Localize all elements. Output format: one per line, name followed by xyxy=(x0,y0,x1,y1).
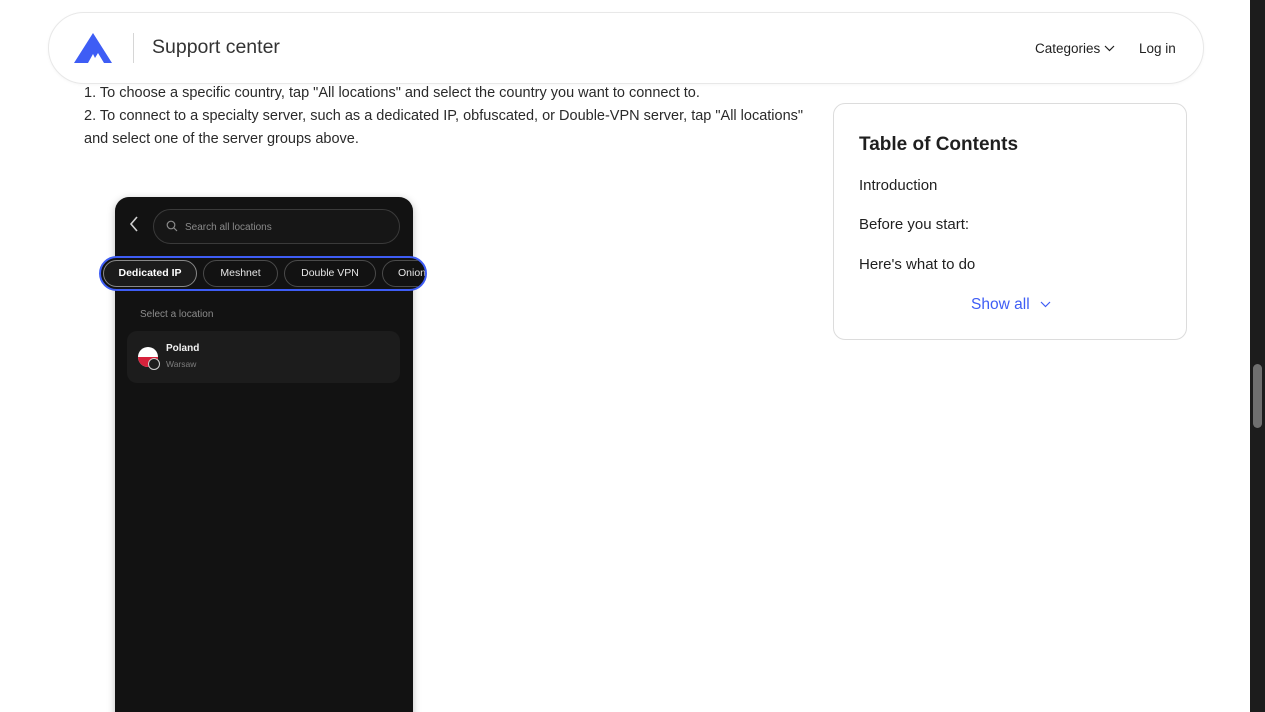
nordvpn-logo-icon[interactable] xyxy=(71,29,115,67)
server-group-chips: Dedicated IP Meshnet Double VPN Onion xyxy=(99,256,427,291)
table-of-contents: Table of Contents Introduction Before yo… xyxy=(833,103,1187,340)
site-title[interactable]: Support center xyxy=(152,36,280,59)
chip-onion: Onion xyxy=(382,260,425,287)
scrollbar-thumb[interactable] xyxy=(1253,364,1262,428)
toc-title: Table of Contents xyxy=(859,134,1019,155)
login-link[interactable]: Log in xyxy=(1139,41,1176,56)
article-paragraph-2: 2. To connect to a specialty server, suc… xyxy=(84,108,804,147)
page: 1. To choose a specific country, tap "Al… xyxy=(0,0,1250,712)
location-city: Warsaw xyxy=(166,359,197,369)
article-body: 1. To choose a specific country, tap "Al… xyxy=(84,82,814,151)
location-country: Poland xyxy=(166,343,200,354)
article-paragraph-1: 1. To choose a specific country, tap "Al… xyxy=(84,85,700,101)
section-label: Select a location xyxy=(140,309,214,320)
chip-double-vpn: Double VPN xyxy=(284,260,376,287)
chip-dedicated-ip: Dedicated IP xyxy=(103,260,197,287)
app-screenshot: Dedicated IP Meshnet Double VPN Onion Se… xyxy=(99,197,427,712)
location-search-input xyxy=(185,218,385,236)
toc-item-heres-what-to-do[interactable]: Here's what to do xyxy=(859,256,975,273)
dedicated-ip-badge-icon xyxy=(148,358,160,370)
chevron-down-icon xyxy=(1040,301,1051,308)
toc-item-introduction[interactable]: Introduction xyxy=(859,177,937,194)
location-search-field xyxy=(153,209,400,244)
location-card: Poland Warsaw xyxy=(127,331,400,383)
toc-item-before-you-start[interactable]: Before you start: xyxy=(859,216,969,233)
chevron-down-icon xyxy=(1104,45,1115,52)
site-header: Support center Categories Log in xyxy=(48,12,1204,84)
categories-label: Categories xyxy=(1035,41,1101,56)
search-icon xyxy=(166,220,178,232)
show-all-button[interactable]: Show all xyxy=(834,296,1188,314)
chip-meshnet: Meshnet xyxy=(203,260,278,287)
header-divider xyxy=(133,33,134,63)
page-scrollbar[interactable] xyxy=(1250,0,1265,712)
categories-menu[interactable]: Categories xyxy=(1035,41,1115,56)
back-icon xyxy=(129,216,143,234)
show-all-label: Show all xyxy=(971,296,1030,313)
